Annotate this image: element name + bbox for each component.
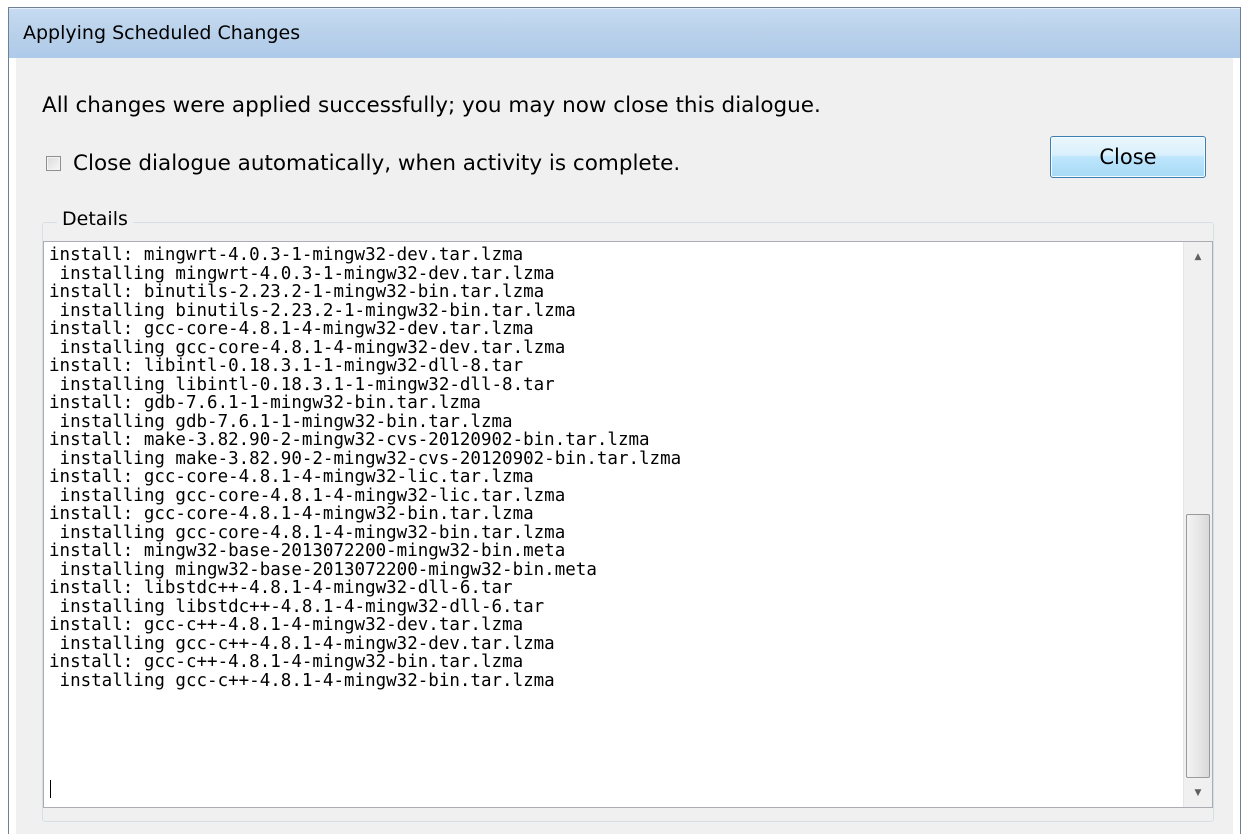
log-line: install: gcc-core-4.8.1-4-mingw32-lic.ta… xyxy=(49,467,534,487)
log-line: installing gcc-core-4.8.1-4-mingw32-dev.… xyxy=(49,337,566,358)
log-line: install: gdb-7.6.1-1-mingw32-bin.tar.lzm… xyxy=(49,393,481,413)
log-line: install: gcc-core-4.8.1-4-mingw32-dev.ta… xyxy=(49,319,534,339)
log-line: install: make-3.82.90-2-mingw32-cvs-2012… xyxy=(49,430,650,450)
dialog-window: Applying Scheduled Changes All changes w… xyxy=(8,7,1241,834)
log-line: install: gcc-c++-4.8.1-4-mingw32-dev.tar… xyxy=(49,615,524,635)
log-text: install: mingwrt-4.0.3-1-mingw32-dev.tar… xyxy=(49,246,1180,807)
log-line: installing binutils-2.23.2-1-mingw32-bin… xyxy=(49,300,576,321)
log-line: installing gdb-7.6.1-1-mingw32-bin.tar.l… xyxy=(49,411,513,432)
status-message: All changes were applied successfully; y… xyxy=(42,93,821,118)
details-log[interactable]: install: mingwrt-4.0.3-1-mingw32-dev.tar… xyxy=(43,241,1213,808)
log-line: install: libintl-0.18.3.1-1-mingw32-dll-… xyxy=(49,356,524,376)
log-line: install: libstdc++-4.8.1-4-mingw32-dll-6… xyxy=(49,578,513,598)
log-line: installing gcc-core-4.8.1-4-mingw32-bin.… xyxy=(49,522,566,543)
scroll-thumb[interactable] xyxy=(1186,514,1210,778)
log-line: installing make-3.82.90-2-mingw32-cvs-20… xyxy=(49,448,682,469)
log-line: installing mingw32-base-2013072200-mingw… xyxy=(49,559,597,580)
scroll-up-arrow-icon[interactable]: ▲ xyxy=(1184,242,1212,271)
log-line: install: binutils-2.23.2-1-mingw32-bin.t… xyxy=(49,282,545,302)
details-legend: Details xyxy=(57,208,133,230)
log-line: installing libstdc++-4.8.1-4-mingw32-dll… xyxy=(49,596,545,617)
auto-close-option[interactable]: Close dialogue automatically, when activ… xyxy=(46,148,680,178)
log-line: install: mingwrt-4.0.3-1-mingw32-dev.tar… xyxy=(49,245,524,265)
scroll-down-arrow-icon[interactable]: ▼ xyxy=(1184,778,1212,807)
vertical-scrollbar[interactable]: ▲ ▼ xyxy=(1183,242,1212,807)
dialog-body: All changes were applied successfully; y… xyxy=(16,58,1233,834)
log-line: installing gcc-core-4.8.1-4-mingw32-lic.… xyxy=(49,485,566,506)
auto-close-checkbox[interactable] xyxy=(46,155,61,171)
log-line: install: mingw32-base-2013072200-mingw32… xyxy=(49,541,566,561)
log-line: installing gcc-c++-4.8.1-4-mingw32-dev.t… xyxy=(49,633,555,654)
text-caret xyxy=(50,780,51,798)
log-line: installing mingwrt-4.0.3-1-mingw32-dev.t… xyxy=(49,263,555,284)
title-bar[interactable]: Applying Scheduled Changes xyxy=(9,8,1240,58)
log-line: install: gcc-core-4.8.1-4-mingw32-bin.ta… xyxy=(49,504,534,524)
log-line: installing libintl-0.18.3.1-1-mingw32-dl… xyxy=(49,374,555,395)
window-title: Applying Scheduled Changes xyxy=(23,22,301,44)
log-line: installing gcc-c++-4.8.1-4-mingw32-bin.t… xyxy=(49,670,555,691)
auto-close-label[interactable]: Close dialogue automatically, when activ… xyxy=(73,151,680,176)
log-line: install: gcc-c++-4.8.1-4-mingw32-bin.tar… xyxy=(49,652,524,672)
close-button[interactable]: Close xyxy=(1050,136,1206,178)
